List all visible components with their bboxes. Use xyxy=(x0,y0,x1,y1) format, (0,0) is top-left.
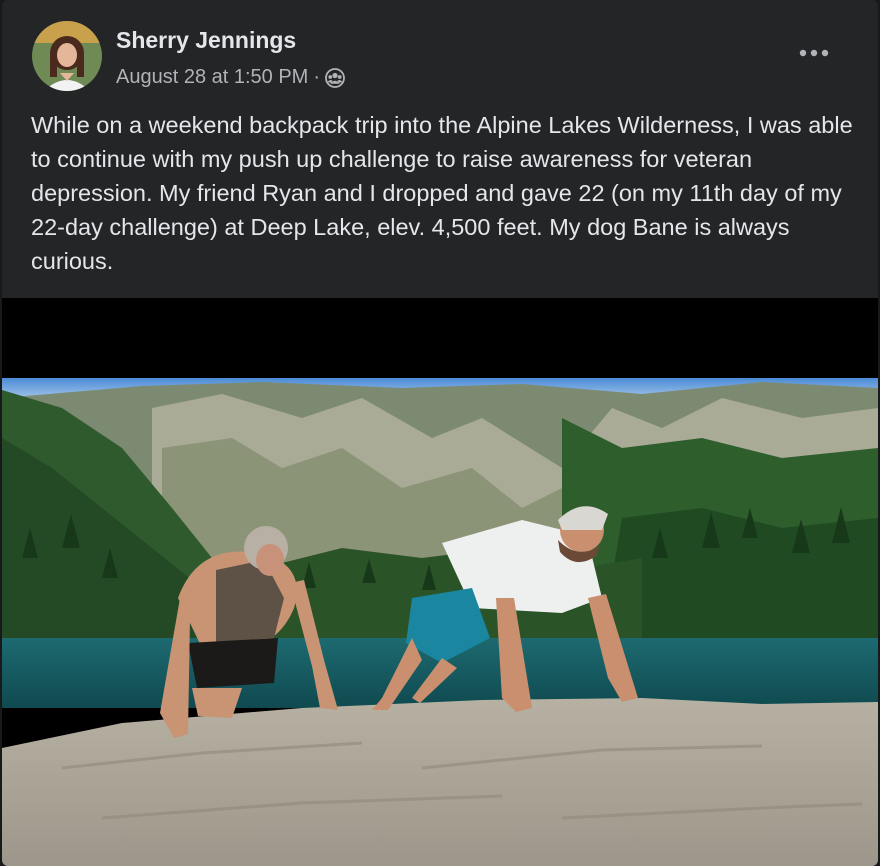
post-timestamp[interactable]: August 28 at 1:50 PM xyxy=(116,66,308,89)
post-caption: While on a weekend backpack trip into th… xyxy=(31,112,853,274)
video-frame xyxy=(2,298,878,866)
author-name[interactable]: Sherry Jennings xyxy=(116,27,296,54)
author-avatar[interactable] xyxy=(32,21,102,91)
post-card: Sherry Jennings August 28 at 1:50 PM · W… xyxy=(2,0,878,866)
friends-icon[interactable] xyxy=(325,67,345,88)
avatar-photo xyxy=(32,21,102,91)
post-video[interactable] xyxy=(2,298,878,866)
more-options-icon xyxy=(799,49,829,57)
meta-separator: · xyxy=(313,66,321,88)
more-options-button[interactable] xyxy=(794,36,834,70)
post-meta: August 28 at 1:50 PM · xyxy=(116,66,345,89)
post-header: Sherry Jennings August 28 at 1:50 PM · xyxy=(2,0,878,100)
